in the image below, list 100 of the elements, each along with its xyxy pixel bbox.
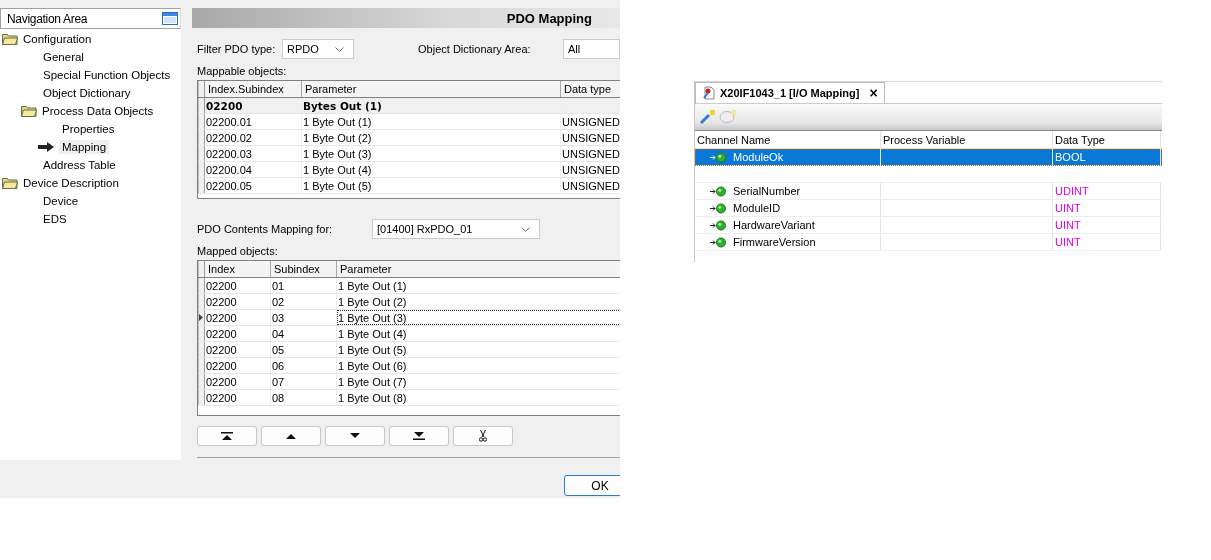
comment-icon[interactable] [719,109,737,125]
document-icon [702,86,716,100]
table-cell: UNSIGNED [561,178,620,193]
up-triangle-icon [285,433,297,439]
navigation-title: Navigation Area [7,11,88,26]
table-cell: 02200 [205,278,271,293]
table-cell: 02200 [205,326,271,341]
table-cell: 08 [271,390,337,405]
move-bottom-icon [413,432,425,440]
move-up-button[interactable] [261,426,321,446]
folder-icon [2,177,18,189]
section-label: Mappable objects: [196,65,288,79]
status-led-icon [710,202,727,214]
table-cell: 02200 [205,342,271,357]
ok-button[interactable]: OK [564,475,620,496]
channel-name: FirmwareVersion [733,236,816,248]
table-cell: UINT [1053,217,1161,233]
status-led-icon [710,236,727,248]
table-cell: 02200 [205,98,302,113]
status-led-icon [710,219,727,231]
channel-name: ModuleID [733,202,781,214]
table-cell: 02200 [205,374,271,389]
channel-name: SerialNumber [733,185,801,197]
area-dropdown[interactable]: All [562,39,620,59]
column-header[interactable]: Data type [561,81,620,97]
table-cell: 1 Byte Out (5) [302,178,561,193]
move-bottom-button[interactable] [389,426,449,446]
channel-name: ModuleOk [733,151,784,163]
column-header[interactable]: Data Type [1053,131,1161,148]
table-cell: UINT [1053,234,1161,250]
tree-item[interactable]: Mapping [59,140,110,154]
column-header[interactable]: Parameter [302,81,561,97]
table-cell: 04 [271,326,337,341]
table-cell: UDINT [1053,183,1161,199]
table-cell: 1 Byte Out (1) [302,114,561,129]
tree-folder[interactable]: Process Data Objects [42,105,154,117]
table-cell: 1 Byte Out (3) [337,310,620,325]
scissors-icon [479,430,487,442]
tab-title: X20IF1043_1 [I/O Mapping] [720,87,860,99]
tree-item[interactable]: Address Table [40,158,119,172]
column-header[interactable]: Parameter [337,261,620,277]
column-header[interactable]: Index [205,261,271,277]
table-cell: UNSIGNED [561,162,620,177]
table-cell: 02200 [205,390,271,405]
field-label: Filter PDO type: [197,43,277,55]
move-down-button[interactable] [325,426,385,446]
table-cell: 02200 [205,358,271,373]
table-cell: 02200 [205,294,271,309]
chevron-icon [335,46,345,52]
tree-folder[interactable]: Configuration [23,33,92,45]
table-cell: 07 [271,374,337,389]
column-header[interactable]: Channel Name [695,131,881,148]
filter-dropdown[interactable]: RPDO [282,39,355,59]
tree-item[interactable]: Special Function Objects [40,68,174,82]
dialog-title: PDO Mapping [506,10,592,26]
table-cell: 1 Byte Out (7) [337,374,620,389]
table-cell: Bytes Out (1) [302,98,561,113]
table-cell: 05 [271,342,337,357]
pdo-dropdown[interactable]: [01400] RxPDO_01 [372,219,540,239]
tree-item[interactable]: Object Dictionary [40,86,134,100]
column-header[interactable]: Index.Subindex [205,81,302,97]
close-button[interactable]: × [869,85,878,101]
status-led-icon [710,185,727,197]
table-cell: 02200.04 [205,162,302,177]
table-cell: 06 [271,358,337,373]
table-cell: 03 [271,310,337,325]
channel-name: HardwareVariant [733,219,815,231]
folder-icon [21,105,37,117]
tree-folder[interactable]: Device Description [23,177,119,189]
table-cell: 1 Byte Out (1) [337,278,620,293]
tree-item[interactable]: Properties [59,122,118,136]
wand-icon[interactable] [699,109,717,125]
table-cell: 02200.01 [205,114,302,129]
field-label: Object Dictionary Area: [418,43,532,55]
table-cell: 02200.02 [205,130,302,145]
table-cell: UNSIGNED [561,114,620,129]
tree-item[interactable]: Device [40,194,82,208]
table-cell: UNSIGNED [561,146,620,161]
editor-tab[interactable]: X20IF1043_1 [I/O Mapping] × [695,82,885,103]
cut-button[interactable] [453,426,513,446]
tree-item[interactable]: EDS [40,212,70,226]
status-led-icon [710,151,727,163]
window-icon[interactable] [162,12,178,25]
table-cell: 1 Byte Out (5) [337,342,620,357]
chevron-icon [521,226,530,232]
tree-item[interactable]: General [40,50,87,64]
column-header[interactable]: Process Variable [881,131,1053,148]
field-label: PDO Contents Mapping for: [197,223,334,235]
table-cell: UNSIGNED [561,130,620,145]
column-header[interactable]: Subindex [271,261,337,277]
table-cell: 02200.05 [205,178,302,193]
move-top-button[interactable] [197,426,257,446]
table-cell: 1 Byte Out (2) [337,294,620,309]
move-top-icon [221,432,233,440]
table-cell: 02200.03 [205,146,302,161]
table-cell: 02 [271,294,337,309]
table-cell: 1 Byte Out (3) [302,146,561,161]
table-cell: UINT [1053,200,1161,216]
row-header[interactable] [198,310,205,325]
section-label: Mapped objects: [196,245,279,259]
